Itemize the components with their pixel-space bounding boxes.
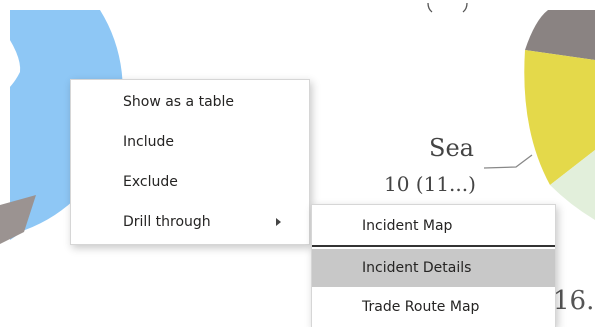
context-menu: Show as a table Include Exclude Drill th… [70,79,310,245]
submenu-item-incident-map[interactable]: Incident Map [312,207,555,247]
submenu-item-trade-route-map[interactable]: Trade Route Map [312,287,555,327]
submenu-item-label: Incident Map [362,218,453,234]
submenu-item-incident-details[interactable]: Incident Details [312,249,555,287]
menu-item-label: Drill through [123,214,211,230]
submenu-item-label: Trade Route Map [362,299,480,315]
menu-item-exclude[interactable]: Exclude [71,162,309,202]
menu-item-include[interactable]: Include [71,122,309,162]
partial-value-label: 16.6 [553,286,595,316]
menu-item-label: Include [123,134,174,150]
submenu-item-label: Incident Details [362,260,472,276]
sea-label-connector [483,154,533,169]
sea-label: Sea [429,134,474,162]
menu-item-label: Exclude [123,174,178,190]
menu-item-show-as-table[interactable]: Show as a table [71,82,309,122]
sea-value-label: 10 (11...) [384,172,476,196]
menu-item-drill-through[interactable]: Drill through [71,202,309,242]
menu-item-label: Show as a table [123,94,235,110]
top-label-fragment [427,2,468,13]
drill-through-submenu: Incident Map Incident Details Trade Rout… [311,204,556,327]
chevron-right-icon [276,218,281,226]
